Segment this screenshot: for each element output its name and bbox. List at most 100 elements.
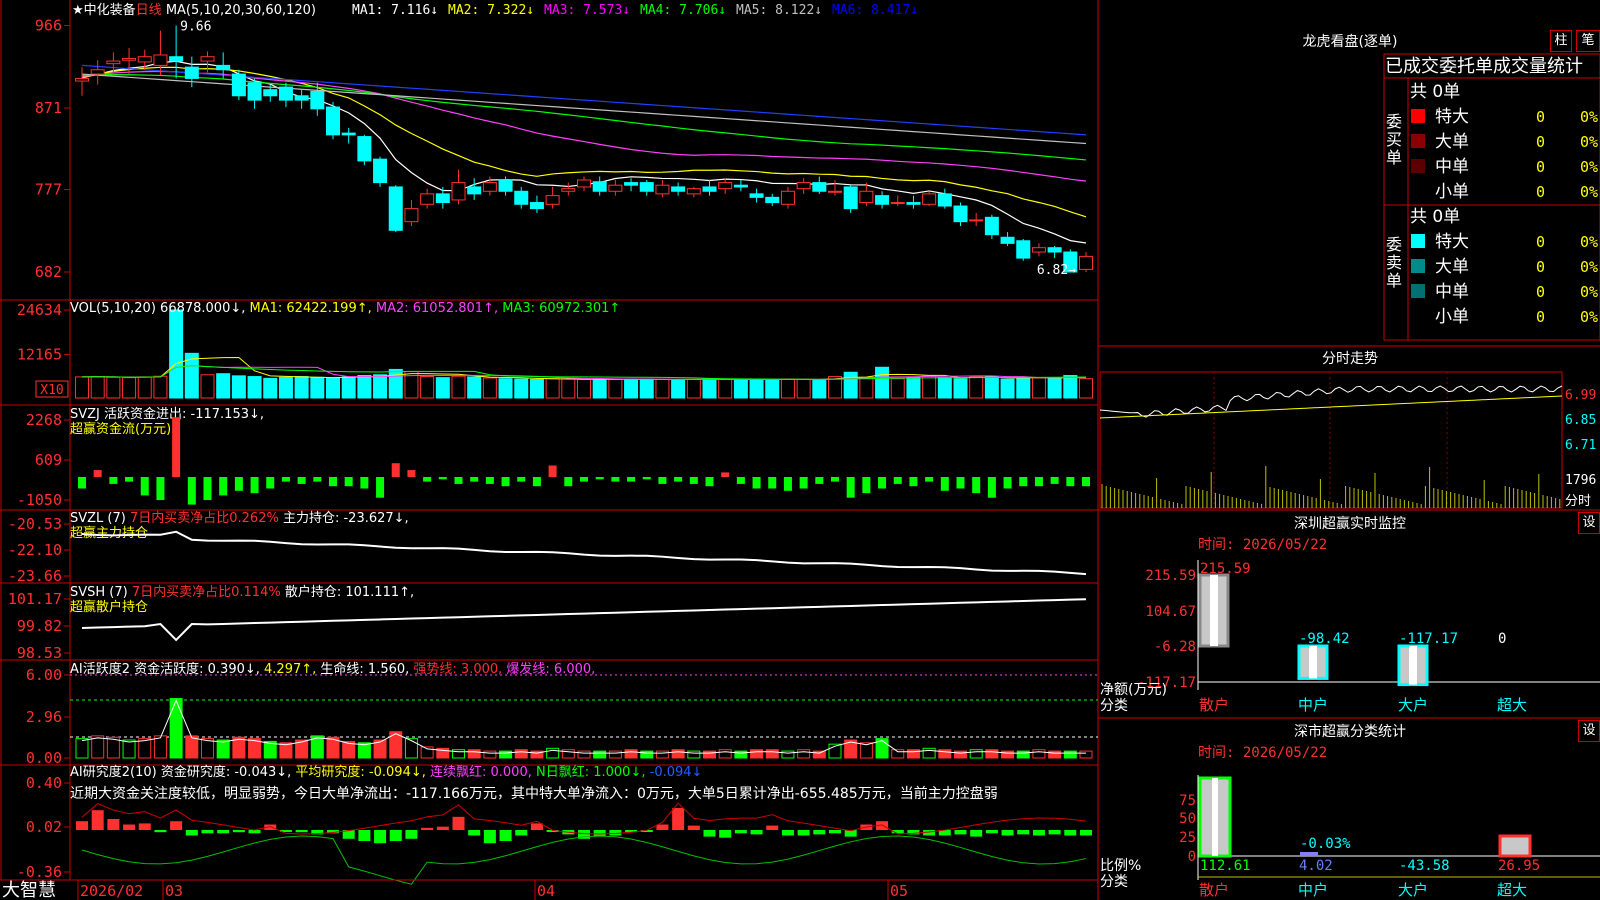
buy-side-label: 买 (1386, 130, 1402, 149)
sell-row-swatch (1411, 309, 1425, 323)
candle-body (812, 182, 827, 192)
candle-body (545, 195, 560, 205)
vol-bar (1063, 374, 1078, 399)
sm-time: 时间: 2026/05/22 (1198, 745, 1327, 761)
ai-active-bar (640, 750, 654, 759)
sell-row-count: 0 (1536, 283, 1545, 301)
svzj-bar (1034, 477, 1043, 487)
vol-bar (451, 375, 466, 399)
svzj-bar (454, 477, 463, 484)
candle-body (231, 73, 246, 97)
sz-cat-label: 中户 (1298, 696, 1328, 714)
ai-active-bar (169, 698, 183, 759)
tick-toggle-button[interactable]: 笔 (1576, 30, 1600, 52)
candle-body (937, 193, 952, 207)
svzj-bar (799, 477, 808, 489)
sz-settings-button[interactable]: 设 (1578, 512, 1600, 534)
svzj-bar (266, 477, 275, 489)
sz-bar-highlight (1210, 575, 1218, 646)
ai-research-header: AI研究度2(10) 资金研究度: -0.043↓, 平均研究度: -0.094… (70, 764, 702, 780)
ai-active-bar (812, 750, 826, 759)
sm-cat-label: 超大 (1497, 881, 1527, 899)
vol-bar (937, 377, 952, 399)
intraday-tick-label: 6.85 (1565, 413, 1596, 428)
main-chart-svg[interactable]: 966 871 777 682 9.66 6.82→ ★中化装备日线 MA(5,10,20,… (0, 0, 1600, 900)
buy-row-pct: 0% (1580, 158, 1598, 176)
svzj-bar (705, 477, 714, 487)
vol-bar (122, 377, 137, 399)
candle-body (153, 54, 168, 66)
ai-research-bar (530, 823, 543, 830)
svsh-tick-label: 101.17 (8, 590, 62, 608)
svzj-header: SVZJ 活跃资金进出: -117.153↓, (70, 406, 264, 422)
ai-research-bar (452, 816, 465, 830)
vol-bar (718, 378, 733, 399)
candle-body (718, 182, 733, 190)
ai-active-bar (1001, 750, 1015, 759)
brand-label: 大智慧 (2, 880, 56, 900)
ai-research-bar (1017, 830, 1030, 835)
svzj-bar (532, 477, 541, 487)
svzj-bar (156, 477, 165, 500)
ai-research-bar (954, 830, 967, 835)
candle-body (702, 186, 717, 192)
vol-bar (765, 378, 780, 399)
price-tick-label: 682 (35, 263, 62, 281)
sz-cat-label: 大户 (1398, 696, 1428, 714)
sm-value-label: 112.61 (1200, 858, 1251, 874)
ai-research-bar (232, 830, 245, 833)
vol-bar (592, 379, 607, 399)
svzj-bar (909, 477, 918, 487)
svzj-bar (548, 465, 557, 477)
ai-active-bar (153, 735, 167, 759)
ai-active-bar (655, 750, 669, 759)
ai-research-bar (374, 830, 387, 844)
buy-row-name: 特大 (1435, 107, 1469, 127)
ai-research-bar (421, 827, 434, 830)
ai-active-bar (185, 735, 199, 759)
ai-research-bar (389, 830, 402, 841)
ai-research-bar (515, 830, 528, 836)
ai-research-bar (1048, 830, 1061, 835)
sell-row-name: 大单 (1435, 257, 1469, 277)
intraday-tick-label: 6.71 (1565, 438, 1596, 453)
vol-bar (1079, 378, 1093, 399)
vol-bar (577, 378, 591, 399)
ai-research-bar (672, 808, 685, 830)
ma-value-5: MA5: 8.122↓ (736, 3, 822, 18)
ai-active-tick-label: 6.00 (26, 666, 62, 684)
svzj-bar (893, 477, 902, 484)
ai-active-bar (467, 749, 481, 759)
candle-body (451, 182, 466, 201)
sm-tick-label: 75 (1179, 793, 1196, 809)
svzl-tick-label: -22.10 (8, 541, 62, 559)
candle-body (498, 179, 513, 192)
vol-bar (153, 375, 168, 399)
svzj-bar (250, 477, 259, 494)
sm-settings-button[interactable]: 设 (1578, 720, 1600, 742)
svzj-bar (925, 477, 934, 482)
stats-title: 已成交委托单成交量统计 (1385, 56, 1583, 77)
vol-bar (922, 375, 937, 399)
ai-active-bar (593, 750, 607, 759)
svzl-tick-label: -23.66 (8, 567, 62, 585)
vol-bar (969, 376, 984, 399)
ai-active-bar (546, 747, 560, 759)
column-toggle-button[interactable]: 柱 (1550, 30, 1572, 52)
svzj-bar (1003, 477, 1012, 489)
ai-active-bar (404, 738, 418, 759)
svzj-bar (752, 477, 761, 489)
candle-body (733, 184, 748, 188)
candle-body (388, 186, 403, 231)
vol-bar (310, 376, 325, 399)
ai-active-bar (703, 750, 716, 759)
svzj-bar (78, 477, 86, 489)
svzj-bar (313, 477, 322, 482)
candle-body (577, 179, 591, 188)
sz-value-label: -117.17 (1399, 631, 1458, 647)
candle-body (1000, 236, 1015, 244)
ai-research-bar (123, 824, 136, 830)
candle-body (278, 86, 293, 101)
candle-body (890, 202, 905, 205)
svzj-bar (580, 477, 588, 482)
